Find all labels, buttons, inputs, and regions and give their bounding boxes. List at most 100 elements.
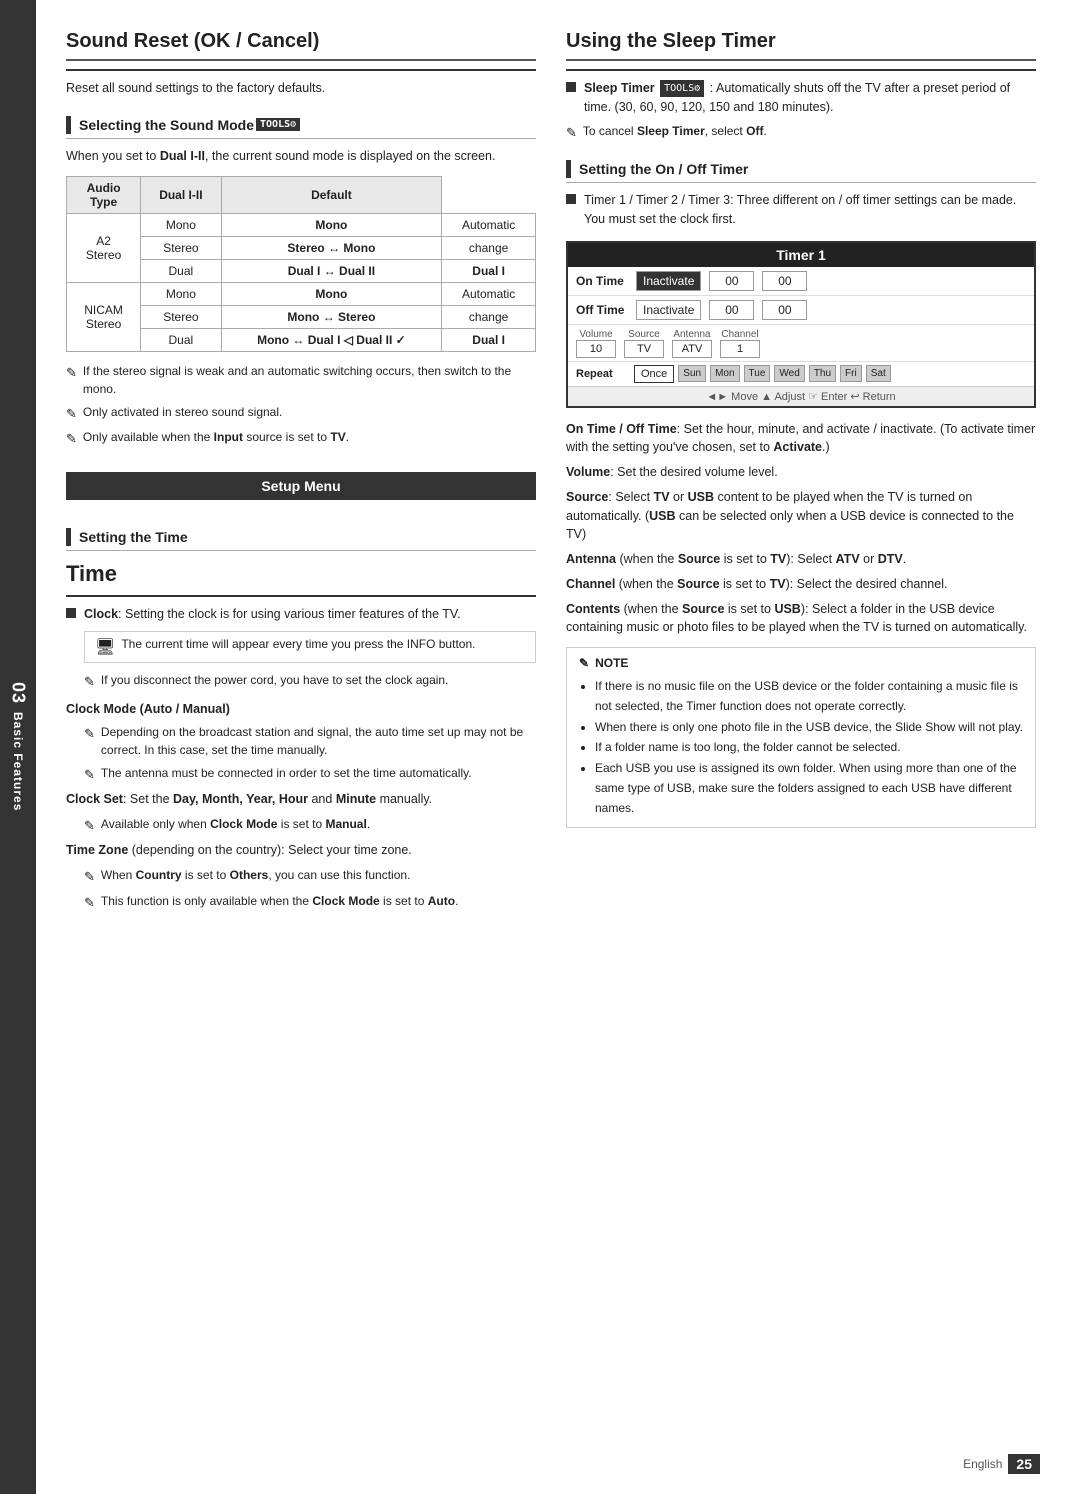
repeat-once: Once	[634, 365, 674, 383]
dual-mono: Mono	[221, 213, 442, 236]
source-val: TV	[624, 340, 664, 358]
timer-title: Timer 1	[568, 243, 1034, 267]
english-label: English	[963, 1457, 1002, 1471]
sound-mode-title: Selecting the Sound Mode	[79, 117, 254, 133]
info-box-text: The current time will appear every time …	[121, 637, 475, 651]
setup-menu-box: Setup Menu	[66, 472, 536, 500]
default-change2: change	[442, 305, 536, 328]
note-list-item-1: If there is no music file on the USB dev…	[595, 676, 1023, 717]
vsac-label-row: Volume 10 Source TV Antenna ATV	[568, 325, 1034, 362]
repeat-label: Repeat	[576, 368, 626, 380]
source-desc: Source: Select TV or USB content to be p…	[566, 488, 1036, 544]
volume-desc: Volume: Set the desired volume level.	[566, 463, 1036, 482]
antenna-val: ATV	[672, 340, 712, 358]
timer-nav-text: ◄► Move ▲ Adjust ☞ Enter ↩ Return	[706, 391, 895, 403]
on-off-time-desc: On Time / Off Time: Set the hour, minute…	[566, 420, 1036, 458]
group-nicam: NICAMStereo	[67, 282, 141, 351]
pencil-icon-2: ✎	[66, 404, 77, 424]
timer-bullet-text: Timer 1 / Timer 2 / Timer 3: Three diffe…	[584, 191, 1036, 229]
type-dual: Dual	[141, 259, 221, 282]
timer-nav: ◄► Move ▲ Adjust ☞ Enter ↩ Return	[568, 386, 1034, 406]
sleep-timer-section: Using the Sleep Timer Sleep Timer TOOLS⚙…	[566, 30, 1036, 142]
table-row: NICAMStereo Mono Mono Automatic	[67, 282, 536, 305]
pencil-icon-5: ✎	[84, 724, 95, 744]
dual-stereo-mono: Stereo ↔ Mono	[221, 236, 442, 259]
note-text-3: Only available when the Input source is …	[83, 428, 349, 446]
on-time-row: On Time Inactivate 00 00	[568, 267, 1034, 296]
tools-icon-2: TOOLS⚙	[660, 80, 704, 97]
time-zone-text: Time Zone (depending on the country): Se…	[66, 841, 536, 860]
setting-time-title: Setting the Time	[79, 529, 188, 545]
sleep-timer-cancel-note: ✎ To cancel Sleep Timer, select Off.	[566, 122, 1036, 143]
table-row: A2Stereo Mono Mono Automatic	[67, 213, 536, 236]
default-auto2: Automatic	[442, 282, 536, 305]
sound-mode-description: When you set to Dual I-II, the current s…	[66, 147, 536, 166]
day-fri: Fri	[840, 365, 862, 382]
volume-col: Volume 10	[576, 328, 616, 358]
table-header-type: AudioType	[67, 176, 141, 213]
day-sun: Sun	[678, 365, 706, 382]
off-time-h: 00	[709, 300, 754, 320]
side-tab: 03 Basic Features	[0, 0, 36, 1494]
chapter-number: 03	[8, 682, 29, 704]
audio-table: AudioType Dual I-II Default A2Stereo Mon…	[66, 176, 536, 352]
note-text-1: If the stereo signal is weak and an auto…	[83, 362, 536, 398]
on-off-timer-subtitle: Setting the On / Off Timer	[566, 156, 1036, 183]
right-column: Using the Sleep Timer Sleep Timer TOOLS⚙…	[566, 30, 1036, 1464]
dual-dual: Dual I ↔ Dual II	[221, 259, 442, 282]
type-stereo: Stereo	[141, 236, 221, 259]
day-mon: Mon	[710, 365, 739, 382]
pencil-icon-10: ✎	[566, 123, 577, 143]
sleep-timer-bullet: Sleep Timer TOOLS⚙ : Automatically shuts…	[566, 79, 1036, 117]
time-zone-text-1: When Country is set to Others, you can u…	[101, 866, 411, 884]
on-time-h: 00	[709, 271, 754, 291]
pencil-icon-8: ✎	[84, 867, 95, 887]
bullet-square-3	[566, 194, 576, 204]
sound-reset-section: Sound Reset (OK / Cancel) Reset all soun…	[66, 30, 536, 98]
note-item-2: ✎ Only activated in stereo sound signal.	[66, 403, 536, 424]
channel-val: 1	[720, 340, 760, 358]
bullet-square	[66, 608, 76, 618]
clock-mode-note-1: ✎ Depending on the broadcast station and…	[84, 723, 536, 759]
type-mono2: Mono	[141, 282, 221, 305]
day-sat: Sat	[866, 365, 891, 382]
sound-mode-subtitle: Selecting the Sound Mode TOOLS⚙	[66, 112, 536, 139]
clock-mode-text-1: Depending on the broadcast station and s…	[101, 723, 536, 759]
sleep-timer-title: Using the Sleep Timer	[566, 30, 1036, 61]
off-time-state: Inactivate	[636, 300, 701, 320]
off-time-fields: Inactivate 00 00	[636, 300, 1026, 320]
source-col: Source TV	[624, 328, 664, 358]
note-item-3: ✎ Only available when the Input source i…	[66, 428, 536, 449]
time-zone-note-2: ✎ This function is only available when t…	[84, 892, 536, 913]
pencil-icon-3: ✎	[66, 429, 77, 449]
channel-label: Channel	[721, 329, 758, 340]
sleep-cancel-text: To cancel Sleep Timer, select Off.	[583, 122, 767, 140]
info-box: 🖥 The current time will appear every tim…	[84, 631, 536, 663]
clock-note-1: ✎ If you disconnect the power cord, you …	[84, 671, 536, 692]
type-stereo2: Stereo	[141, 305, 221, 328]
sound-mode-section: Selecting the Sound Mode TOOLS⚙ When you…	[66, 112, 536, 449]
clock-mode-heading: Clock Mode (Auto / Manual)	[66, 700, 536, 719]
dual-mono-dual: Mono ↔ Dual I ◁ Dual II ✓	[221, 328, 442, 351]
off-time-label: Off Time	[576, 303, 636, 317]
antenna-label: Antenna	[673, 329, 710, 340]
left-column: Sound Reset (OK / Cancel) Reset all soun…	[66, 30, 536, 1464]
default-dual1: Dual I	[442, 259, 536, 282]
note-pencil-icon: ✎	[579, 656, 589, 670]
pencil-icon-7: ✎	[84, 816, 95, 836]
pencil-icon-6: ✎	[84, 765, 95, 785]
timer-bullet: Timer 1 / Timer 2 / Timer 3: Three diffe…	[566, 191, 1036, 229]
page-footer: English 25	[963, 1454, 1040, 1474]
tools-icon: TOOLS⚙	[256, 118, 300, 131]
antenna-col: Antenna ATV	[672, 328, 712, 358]
page-number: 25	[1008, 1454, 1040, 1474]
setting-time-subtitle: Setting the Time	[66, 524, 536, 551]
info-icon: 🖥	[95, 637, 115, 657]
chapter-label: Basic Features	[11, 712, 25, 811]
note-list-item-2: When there is only one photo file in the…	[595, 717, 1023, 737]
available-text: Available only when Clock Mode is set to…	[101, 815, 370, 833]
table-header-default: Default	[221, 176, 442, 213]
note-box: ✎ NOTE If there is no music file on the …	[566, 647, 1036, 828]
time-zone-text-2: This function is only available when the…	[101, 892, 459, 910]
repeat-row: Repeat Once Sun Mon Tue Wed Thu Fri Sat	[568, 362, 1034, 386]
